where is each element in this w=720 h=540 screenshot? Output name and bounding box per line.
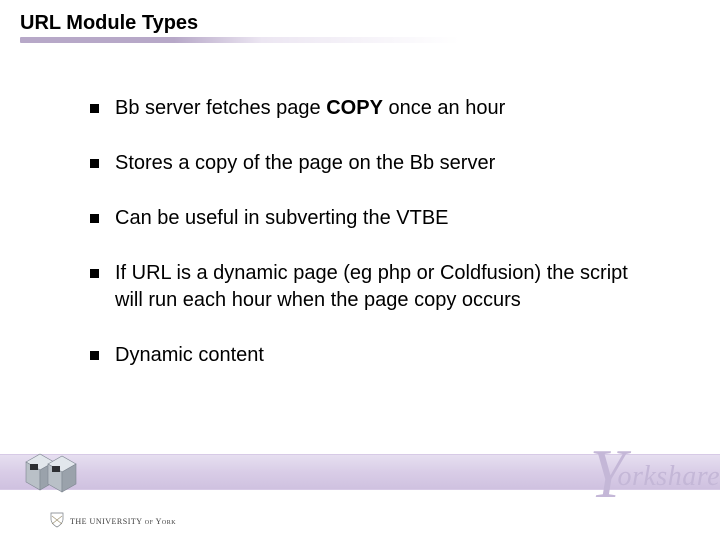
list-item: Bb server fetches page COPY once an hour <box>90 95 650 122</box>
bullet-text: Dynamic content <box>115 342 650 369</box>
bullet-icon <box>90 214 99 223</box>
yorkshare-logo: Yorkshare <box>590 436 720 500</box>
server-cube-icon <box>18 440 88 500</box>
list-item: Dynamic content <box>90 342 650 369</box>
bullet-icon <box>90 104 99 113</box>
bullet-icon <box>90 351 99 360</box>
bullet-list: Bb server fetches page COPY once an hour… <box>90 95 650 397</box>
university-label: THE UNIVERSITY of York <box>70 517 176 526</box>
yorkshare-logo-text: orkshare <box>617 463 720 491</box>
list-item: Can be useful in subverting the VTBE <box>90 205 650 232</box>
bullet-text: Bb server fetches page COPY once an hour <box>115 95 650 122</box>
university-shield-icon <box>50 512 64 528</box>
title-underline <box>20 37 460 43</box>
list-item: Stores a copy of the page on the Bb serv… <box>90 150 650 177</box>
list-item: If URL is a dynamic page (eg php or Cold… <box>90 260 650 314</box>
bullet-text: Stores a copy of the page on the Bb serv… <box>115 150 650 177</box>
bullet-text: If URL is a dynamic page (eg php or Cold… <box>115 260 650 314</box>
slide-title: URL Module Types <box>20 12 720 35</box>
bullet-icon <box>90 159 99 168</box>
bullet-text: Can be useful in subverting the VTBE <box>115 205 650 232</box>
bullet-icon <box>90 269 99 278</box>
slide-title-block: URL Module Types <box>20 12 720 43</box>
